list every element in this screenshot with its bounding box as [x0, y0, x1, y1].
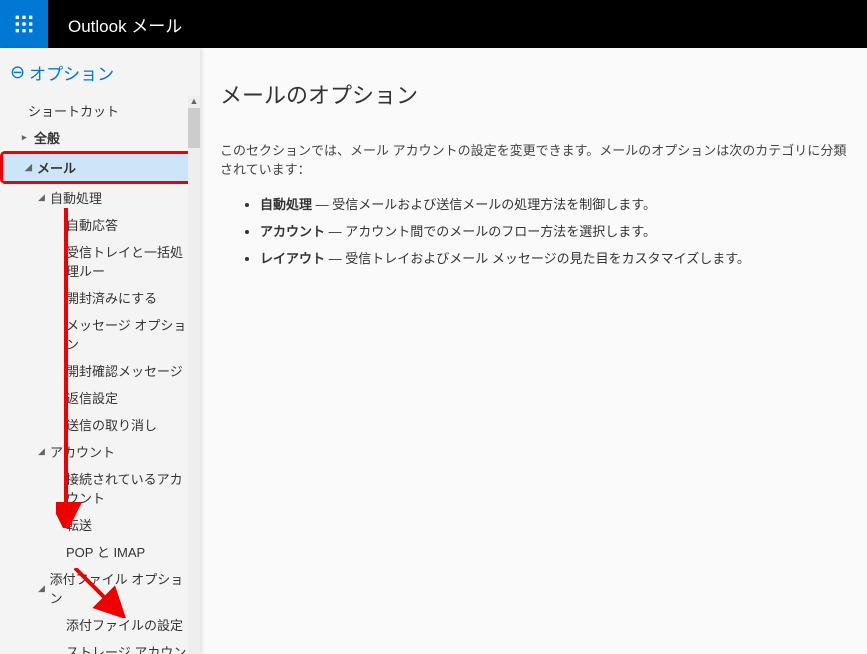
tree-item[interactable]: 返信設定 [0, 384, 200, 411]
back-to-options[interactable]: ⊖ オプション [0, 48, 200, 97]
tree-item[interactable]: 自動応答 [0, 211, 200, 238]
bullet-term: 自動処理 [260, 197, 312, 212]
tree-item[interactable]: 開封済みにする [0, 284, 200, 311]
tree-caret-icon[interactable]: ▸ [22, 132, 34, 143]
bullet-term: アカウント [260, 224, 325, 239]
tree-item[interactable]: 転送 [0, 511, 200, 538]
tree-item[interactable]: ストレージ アカウント [0, 638, 200, 654]
page-intro: このセクションでは、メール アカウントの設定を変更できます。メールのオプションは… [220, 140, 857, 178]
main-content: メールのオプション このセクションでは、メール アカウントの設定を変更できます。… [200, 48, 867, 654]
list-item: アカウント ― アカウント間でのメールのフロー方法を選択します。 [260, 221, 857, 240]
bullet-desc: ― 受信メールおよび送信メールの処理方法を制御します。 [312, 197, 656, 212]
tree-item[interactable]: ▸全般 [0, 124, 200, 151]
tree-item-label: 送信の取り消し [66, 415, 157, 434]
tree-item-label: メール [37, 158, 76, 177]
page-title: メールのオプション [220, 78, 857, 110]
tree-item-label: 添付ファイルの設定 [66, 615, 183, 634]
tree-item[interactable]: 接続されているアカウント [0, 465, 200, 511]
app-title: Outlook メール [68, 12, 182, 37]
tree-item-label: 返信設定 [66, 388, 118, 407]
tree-item-label: 自動応答 [66, 215, 118, 234]
bullet-desc: ― アカウント間でのメールのフロー方法を選択します。 [325, 224, 656, 239]
tree-item[interactable]: ◢アカウント [0, 438, 200, 465]
tree-item-label: POP と IMAP [66, 542, 145, 561]
tree-item[interactable]: POP と IMAP [0, 538, 200, 565]
tree-item[interactable]: ◢添付ファイル オプション [0, 565, 200, 611]
tree-item[interactable]: ショートカット [0, 97, 200, 124]
tree-item-label: 全般 [34, 128, 60, 147]
tree-caret-icon[interactable]: ◢ [38, 192, 50, 203]
options-sidebar: ⊖ オプション ショートカット▸全般◢メール◢自動処理自動応答受信トレイと一括処… [0, 48, 200, 654]
tree-item-label: 転送 [66, 515, 92, 534]
app-launcher-button[interactable] [0, 0, 48, 48]
tree-item[interactable]: 添付ファイルの設定 [0, 611, 200, 638]
tree-caret-icon[interactable]: ◢ [25, 162, 37, 173]
tree-item[interactable]: 送信の取り消し [0, 411, 200, 438]
tree-item[interactable]: 受信トレイと一括処理ルー [0, 238, 200, 284]
options-header-label: オプション [29, 60, 114, 85]
scroll-up-icon[interactable]: ▲ [188, 94, 200, 108]
sidebar-scrollbar-thumb[interactable] [188, 108, 200, 148]
tree-item-label: アカウント [50, 442, 115, 461]
waffle-icon [14, 14, 34, 34]
tree-item[interactable]: メッセージ オプション [0, 311, 200, 357]
back-arrow-icon: ⊖ [10, 62, 25, 83]
tree-item[interactable]: ◢自動処理 [0, 184, 200, 211]
tree-caret-icon[interactable]: ◢ [38, 583, 50, 594]
tree-item[interactable]: 開封確認メッセージ [0, 357, 200, 384]
tree-caret-icon[interactable]: ◢ [38, 446, 50, 457]
tree-item-label: メッセージ オプション [66, 315, 192, 353]
list-item: レイアウト ― 受信トレイおよびメール メッセージの見た目をカスタマイズします。 [260, 248, 857, 267]
tree-item-label: ストレージ アカウント [66, 642, 192, 654]
app-header: Outlook メール [0, 0, 867, 48]
option-categories-list: 自動処理 ― 受信メールおよび送信メールの処理方法を制御します。アカウント ― … [220, 194, 857, 267]
tree-item-label: 開封確認メッセージ [66, 361, 183, 380]
bullet-desc: ― 受信トレイおよびメール メッセージの見た目をカスタマイズします。 [325, 251, 750, 266]
tree-item-label: 自動処理 [50, 188, 102, 207]
tree-item-label: 受信トレイと一括処理ルー [66, 242, 192, 280]
bullet-term: レイアウト [260, 251, 325, 266]
options-tree: ショートカット▸全般◢メール◢自動処理自動応答受信トレイと一括処理ルー開封済みに… [0, 97, 200, 654]
sidebar-scrollbar[interactable] [188, 96, 200, 654]
tree-item[interactable]: ◢メール [3, 154, 197, 181]
tree-item-label: 接続されているアカウント [66, 469, 192, 507]
list-item: 自動処理 ― 受信メールおよび送信メールの処理方法を制御します。 [260, 194, 857, 213]
tree-item-label: 添付ファイル オプション [50, 569, 192, 607]
tree-item-label: 開封済みにする [66, 288, 157, 307]
tree-item-label: ショートカット [28, 101, 119, 120]
